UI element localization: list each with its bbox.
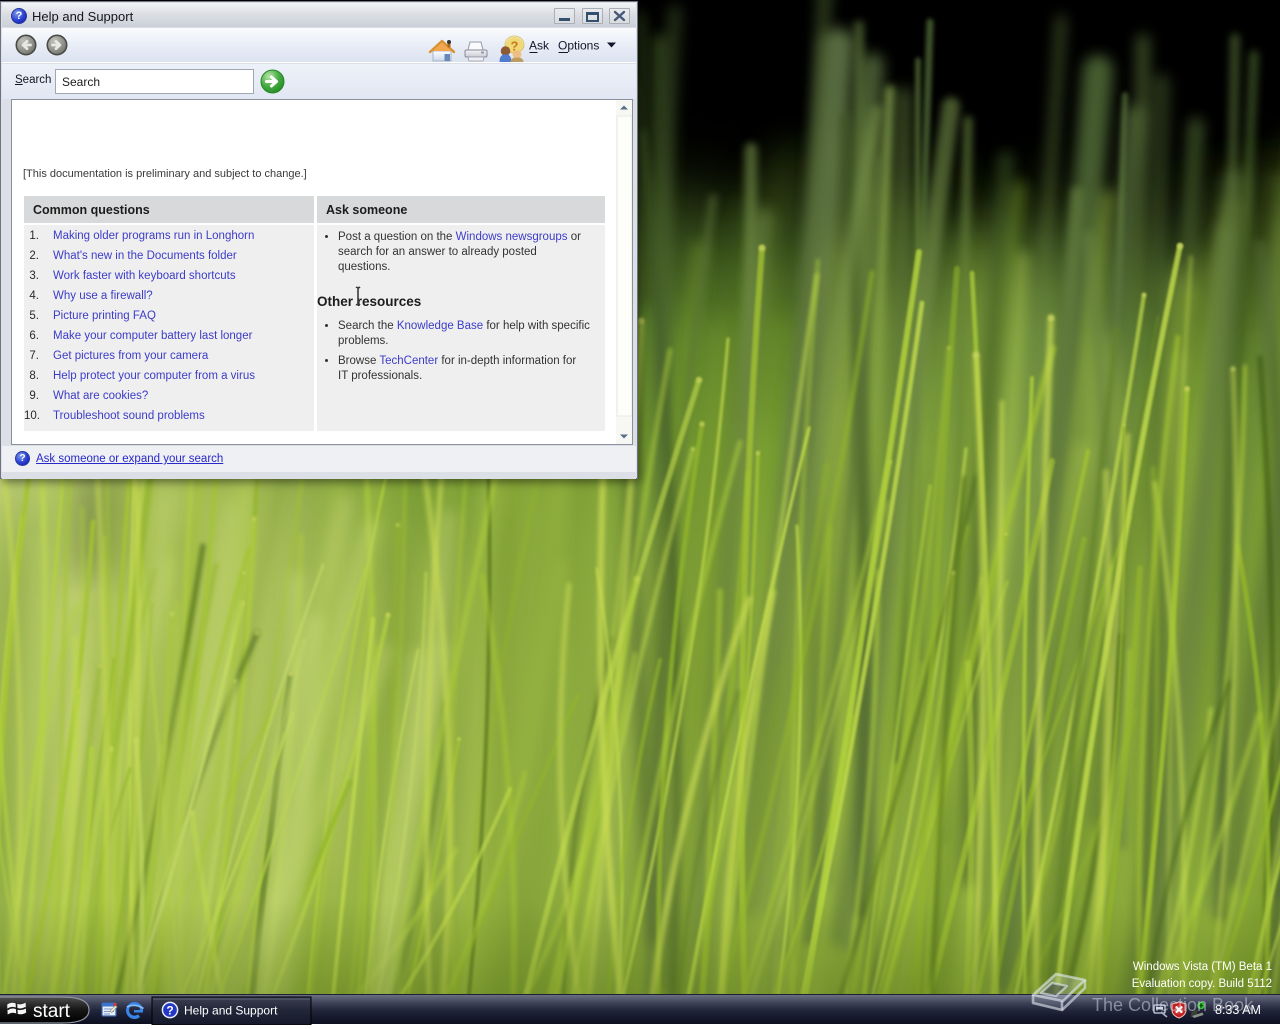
svg-text:start: start (33, 1001, 71, 1022)
svg-text:Options: Options (558, 39, 599, 53)
svg-text:Ask: Ask (529, 39, 550, 53)
svg-text:?: ? (166, 1004, 173, 1018)
svg-text:Help and Support: Help and Support (184, 1004, 278, 1018)
